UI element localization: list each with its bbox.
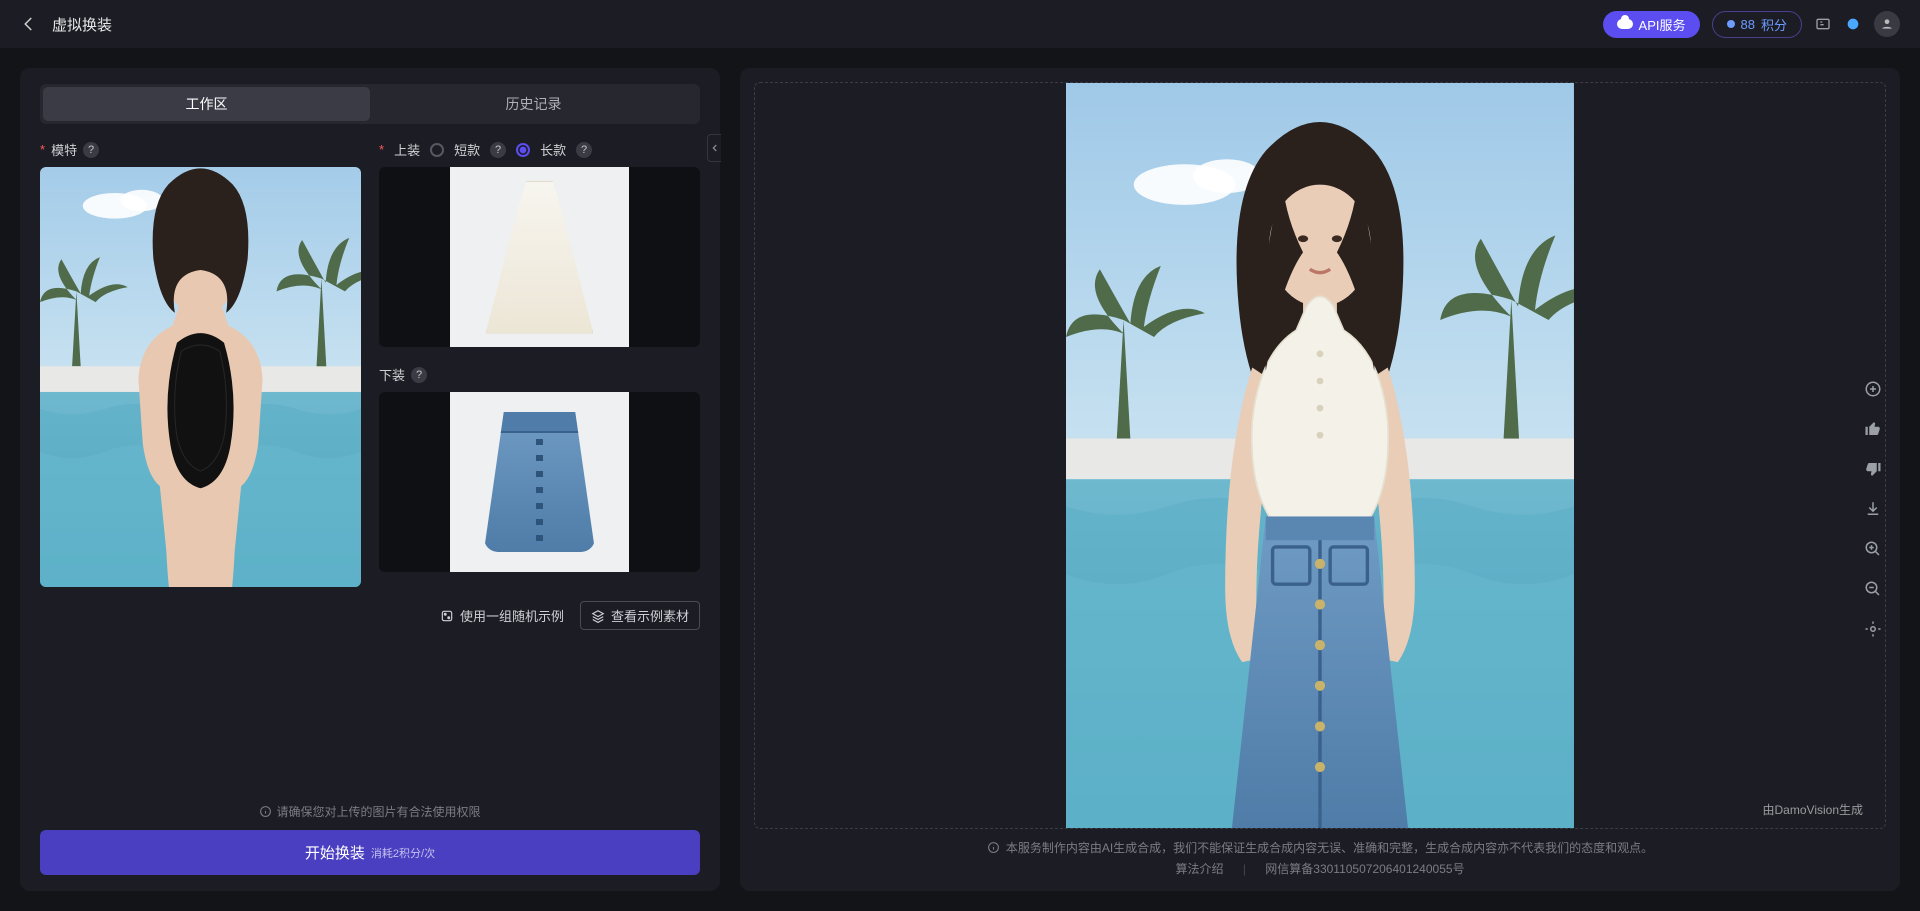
model-section-label: * 模特 ? [40, 140, 361, 159]
help-icon[interactable] [1844, 15, 1862, 33]
tool-like[interactable] [1858, 414, 1888, 444]
random-example-label: 使用一组随机示例 [460, 606, 564, 625]
api-service-label: API服务 [1639, 15, 1686, 34]
tool-download[interactable] [1858, 494, 1888, 524]
view-examples-button[interactable]: 查看示例素材 [580, 601, 700, 630]
right-panel: 由DamoVision生成 本服务制作内容由AI生成合成，我们不能保证生成合成内… [740, 68, 1900, 891]
model-image [40, 167, 361, 587]
run-button[interactable]: 开始换装 消耗2积分/次 [40, 830, 700, 875]
dice-icon [440, 609, 454, 623]
upper-long-help-icon[interactable]: ? [576, 142, 592, 158]
input-grid: * 模特 ? [40, 140, 700, 587]
tool-add[interactable] [1858, 374, 1888, 404]
cloud-icon [1617, 19, 1633, 29]
credits-value: 88 [1741, 17, 1755, 32]
footer-disclaimer-text: 本服务制作内容由AI生成合成，我们不能保证生成合成内容无误、准确和完整，生成合成… [1006, 839, 1653, 856]
upper-garment-slot[interactable] [379, 167, 700, 347]
upper-short-help-icon[interactable]: ? [490, 142, 506, 158]
radio-upper-short[interactable] [430, 143, 444, 157]
lower-garment-slot[interactable] [379, 392, 700, 572]
info-icon [259, 805, 272, 818]
algorithm-link[interactable]: 算法介绍 [1175, 862, 1223, 876]
lower-section-label: 下装 ? [379, 365, 700, 384]
preview-image[interactable] [1066, 83, 1574, 828]
tab-history[interactable]: 历史记录 [370, 87, 697, 121]
upper-label-text: 上装 [394, 140, 420, 159]
divider: | [1243, 862, 1246, 876]
record-number: 网信算备330110507206401240055号 [1265, 862, 1464, 876]
result-image [1066, 83, 1574, 828]
garment-column: * 上装 短款 ? 长款 ? 下装 ? [379, 140, 700, 587]
watermark: 由DamoVision生成 [1763, 801, 1863, 818]
radio-upper-short-label: 短款 [454, 140, 480, 159]
run-cost: 消耗2积分/次 [371, 845, 435, 861]
run-label: 开始换装 [305, 842, 365, 863]
lower-help-icon[interactable]: ? [411, 367, 427, 383]
tool-zoom-in[interactable] [1858, 534, 1888, 564]
upper-section-label: * 上装 短款 ? 长款 ? [379, 140, 700, 159]
header-left: 虚拟换装 [20, 14, 112, 35]
random-example-link[interactable]: 使用一组随机示例 [440, 606, 564, 625]
tool-locate[interactable] [1858, 614, 1888, 644]
app-header: 虚拟换装 API服务 88 积分 [0, 0, 1920, 48]
tab-workspace[interactable]: 工作区 [43, 87, 370, 121]
helper-row: 使用一组随机示例 查看示例素材 [40, 601, 700, 630]
model-image-slot[interactable] [40, 167, 361, 587]
preview-frame: 由DamoVision生成 [754, 82, 1886, 829]
model-column: * 模特 ? [40, 140, 361, 587]
model-label-text: 模特 [51, 140, 77, 159]
stack-icon [591, 609, 605, 623]
info-icon [987, 841, 1000, 854]
model-help-icon[interactable]: ? [83, 142, 99, 158]
required-star: * [379, 142, 384, 157]
header-right: API服务 88 积分 [1603, 11, 1900, 38]
tool-zoom-out[interactable] [1858, 574, 1888, 604]
tool-dislike[interactable] [1858, 454, 1888, 484]
back-icon[interactable] [20, 15, 38, 33]
upper-garment-image [450, 167, 630, 347]
required-star: * [40, 142, 45, 157]
lang-icon[interactable] [1814, 15, 1832, 33]
credits-unit: 积分 [1761, 15, 1787, 34]
legal-hint-text: 请确保您对上传的图片有合法使用权限 [276, 803, 480, 820]
page-title: 虚拟换装 [52, 14, 112, 35]
app-body: 工作区 历史记录 * 模特 ? [0, 48, 1920, 911]
credits-button[interactable]: 88 积分 [1712, 11, 1802, 38]
coin-icon [1727, 20, 1735, 28]
lower-label-text: 下装 [379, 365, 405, 384]
user-avatar[interactable] [1874, 11, 1900, 37]
collapse-handle[interactable] [707, 134, 721, 162]
footer-disclaimer: 本服务制作内容由AI生成合成，我们不能保证生成合成内容无误、准确和完整，生成合成… [754, 839, 1886, 856]
legal-hint: 请确保您对上传的图片有合法使用权限 [40, 803, 700, 820]
api-service-button[interactable]: API服务 [1603, 11, 1700, 38]
footer-sub: 算法介绍 | 网信算备330110507206401240055号 [754, 860, 1886, 877]
radio-upper-long-label: 长款 [540, 140, 566, 159]
view-examples-label: 查看示例素材 [611, 606, 689, 625]
lower-garment-image [450, 392, 630, 572]
tool-rail [1852, 364, 1894, 654]
radio-upper-long[interactable] [516, 143, 530, 157]
left-panel: 工作区 历史记录 * 模特 ? [20, 68, 720, 891]
tabs: 工作区 历史记录 [40, 84, 700, 124]
